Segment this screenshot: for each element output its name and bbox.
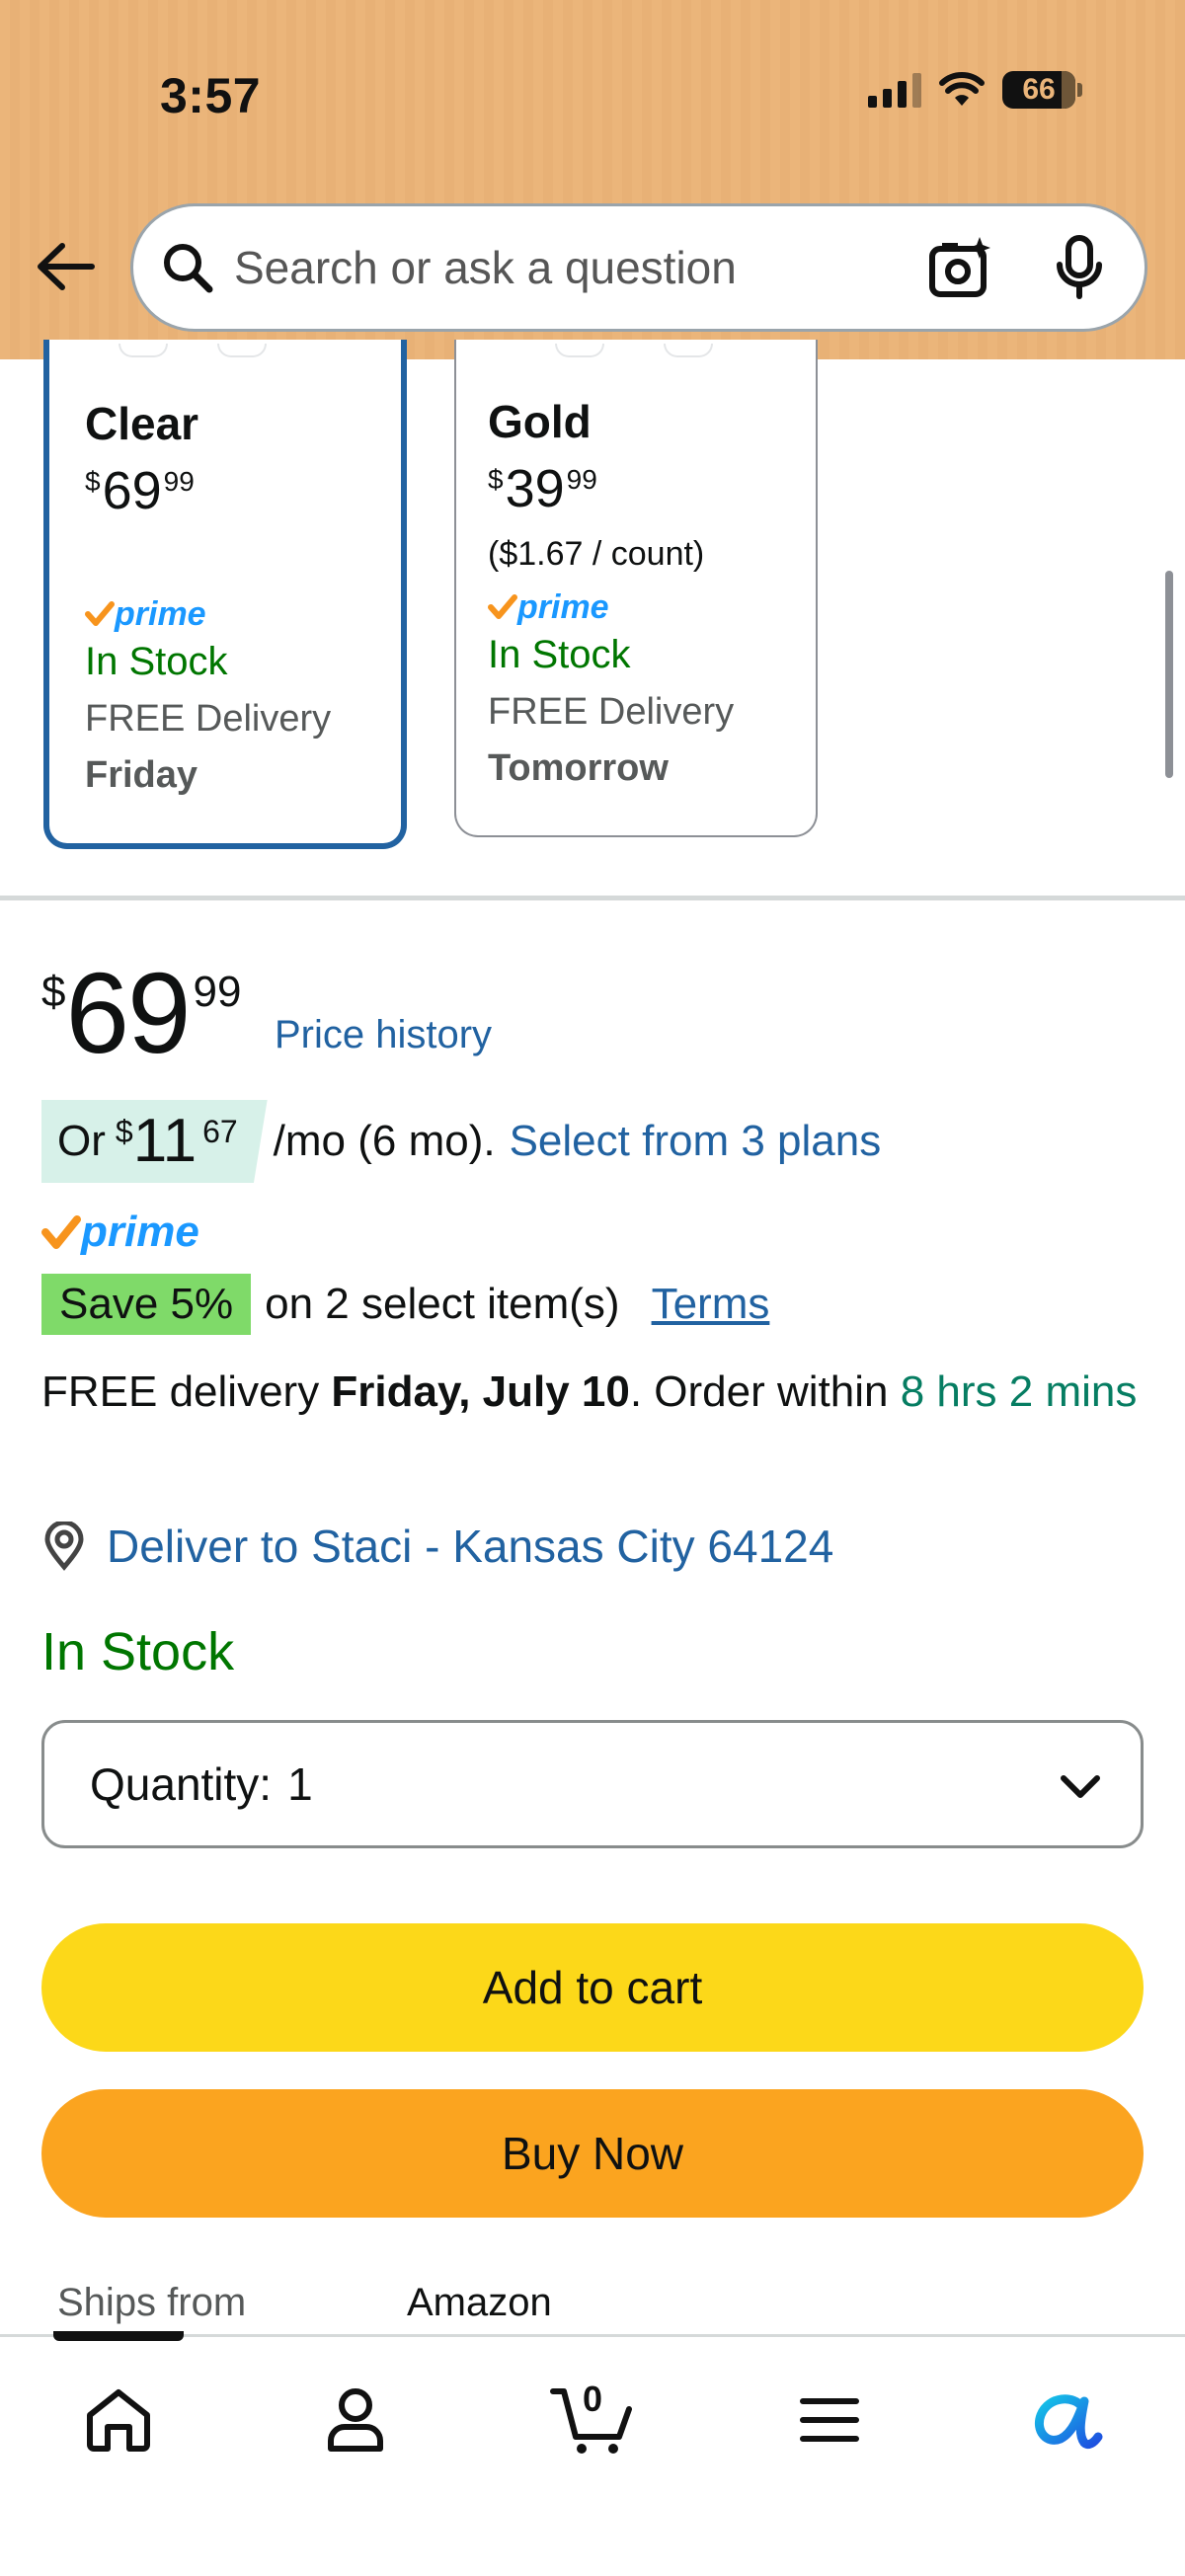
quantity-label: Quantity: [90, 1758, 273, 1810]
variant-delivery: FREE Delivery [85, 698, 332, 740]
ships-from-label: Ships from [57, 2280, 247, 2324]
variant-stock: In Stock [488, 633, 631, 676]
variant-delivery: FREE Delivery [488, 691, 735, 733]
variant-name: Clear [85, 398, 199, 449]
availability-status: In Stock [41, 1622, 235, 1681]
prime-check-icon [85, 601, 115, 626]
coupon-row: Save 5% on 2 select item(s) Terms [41, 1274, 769, 1335]
variant-thumbnail [515, 340, 752, 365]
search-input[interactable] [234, 241, 925, 294]
camera-search-icon[interactable] [925, 232, 996, 303]
hamburger-icon [800, 2398, 859, 2442]
variant-price: $69 99 [85, 461, 195, 520]
chevron-down-icon [1061, 1775, 1100, 1798]
battery-level: 66 [1022, 73, 1056, 106]
app-header: 3:57 66 [0, 0, 1185, 359]
variant-delivery-day: Tomorrow [488, 747, 669, 789]
status-icons: 66 [868, 71, 1082, 109]
ships-from-value: Amazon [407, 2280, 552, 2324]
installment-offer: Or $ 11 67 /mo (6 mo). Select from 3 pla… [41, 1100, 881, 1183]
save-badge: Save 5% [41, 1274, 252, 1335]
variant-unit-price: ($1.67 / count) [488, 535, 705, 573]
section-divider [0, 896, 1185, 900]
cellular-signal-icon [868, 72, 921, 108]
deliver-to-row[interactable]: Deliver to Staci - Kansas City 64124 [41, 1517, 833, 1576]
variant-delivery-day: Friday [85, 754, 198, 796]
tab-cart[interactable]: 0 [545, 2373, 640, 2467]
cart-count: 0 [582, 2379, 603, 2419]
variant-thumbnail [109, 340, 346, 365]
variant-name: Gold [488, 396, 592, 447]
active-tab-indicator [53, 2331, 184, 2341]
wifi-icon [939, 72, 985, 106]
search-icon [159, 239, 216, 296]
order-countdown: 8 hrs 2 mins [900, 1367, 1138, 1416]
variant-card-clear[interactable]: Clear $69 99 prime In Stock FREE Delivery… [43, 340, 407, 849]
installment-term: /mo (6 mo). [273, 1117, 496, 1165]
back-button[interactable] [34, 235, 97, 298]
tab-rufus[interactable] [1019, 2373, 1114, 2467]
prime-check-icon [488, 594, 517, 619]
save-text: on 2 select item(s) [265, 1280, 620, 1328]
installment-price-badge: Or $ 11 67 [41, 1100, 268, 1183]
add-to-cart-button[interactable]: Add to cart [41, 1923, 1144, 2052]
person-icon [328, 2388, 383, 2452]
prime-check-icon [41, 1215, 81, 1249]
terms-link[interactable]: Terms [652, 1280, 770, 1329]
quantity-value: 1 [287, 1758, 313, 1810]
prime-badge: prime [85, 594, 381, 634]
delivery-message: FREE delivery Friday, July 10. Order wit… [41, 1367, 1138, 1416]
prime-logo: prime [41, 1207, 199, 1258]
back-arrow-icon [38, 243, 95, 290]
select-plans-link[interactable]: Select from 3 plans [510, 1117, 882, 1166]
microphone-icon[interactable] [1050, 232, 1109, 303]
ships-from-row: Ships from Amazon [57, 2273, 1144, 2332]
buy-now-button[interactable]: Buy Now [41, 2089, 1144, 2218]
tab-account[interactable] [308, 2373, 403, 2467]
search-bar[interactable] [130, 203, 1147, 332]
variant-stock: In Stock [85, 640, 228, 683]
location-pin-icon [41, 1522, 87, 1571]
status-time: 3:57 [160, 68, 262, 123]
prime-badge: prime [488, 587, 796, 627]
price-history-link[interactable]: Price history [275, 1013, 492, 1057]
quantity-selector[interactable]: Quantity: 1 [41, 1720, 1144, 1848]
bottom-tab-bar: 0 [0, 2331, 1185, 2576]
home-icon [87, 2389, 150, 2452]
battery-icon: 66 [1002, 71, 1082, 109]
tab-home[interactable] [71, 2373, 166, 2467]
variant-selector: Clear $69 99 prime In Stock FREE Delivery… [0, 340, 1185, 893]
rufus-ai-icon [1035, 2394, 1103, 2450]
deliver-to-link[interactable]: Deliver to Staci - Kansas City 64124 [107, 1520, 833, 1573]
tab-menu[interactable] [782, 2373, 877, 2467]
scrollbar[interactable] [1165, 571, 1173, 778]
variant-card-gold[interactable]: Gold $39 99 ($1.67 / count) prime In Stoc… [454, 340, 818, 837]
delivery-date: Friday, July 10 [331, 1367, 630, 1416]
variant-price: $39 99 [488, 459, 597, 518]
product-price: $ 69 99 [41, 949, 242, 1077]
